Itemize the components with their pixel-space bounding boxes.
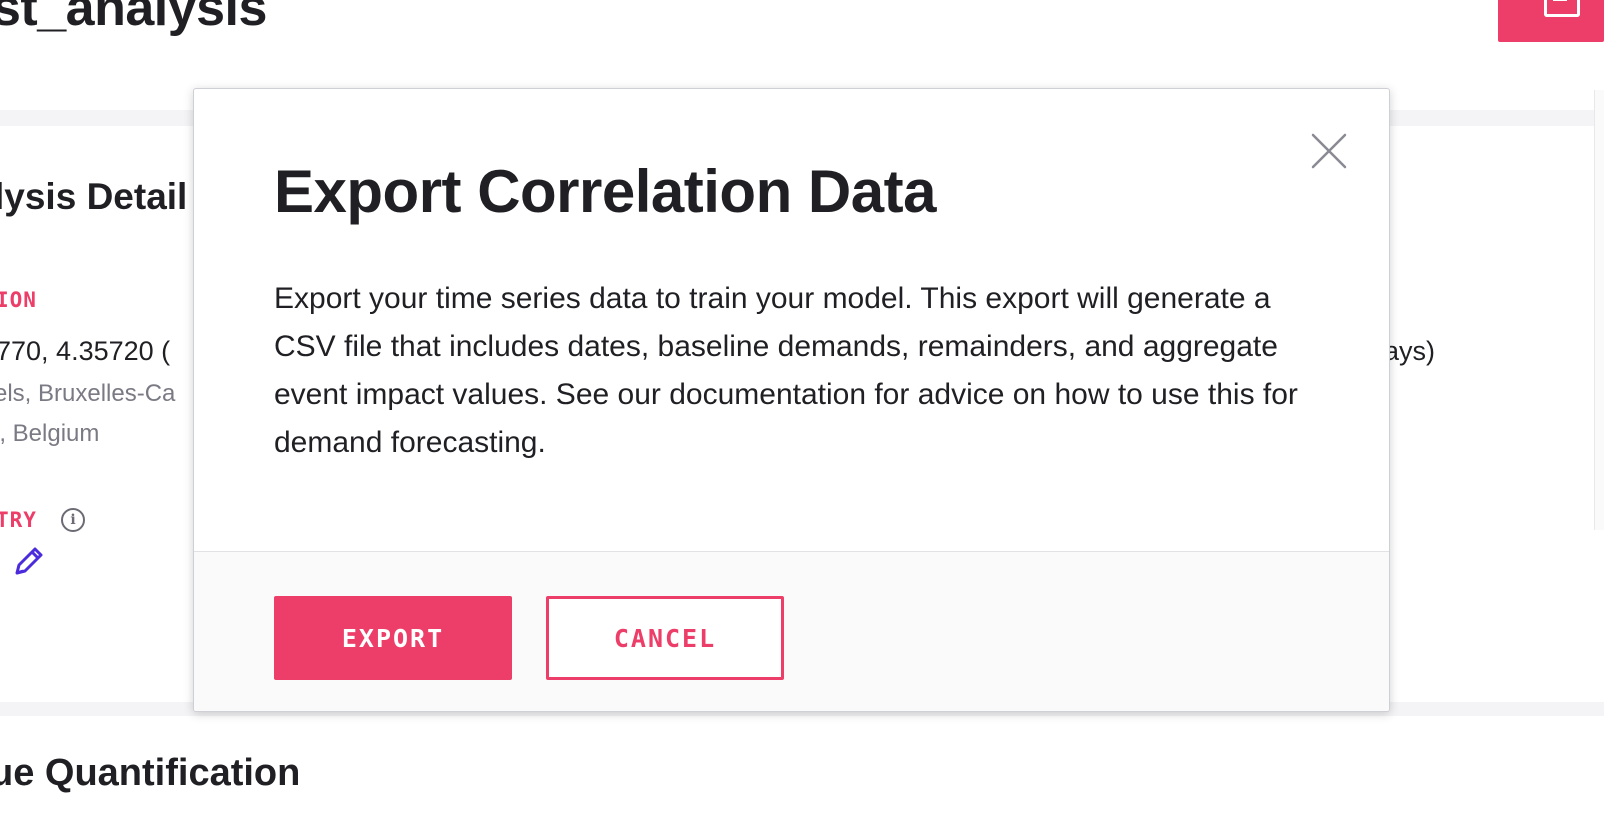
- close-icon: [1311, 133, 1347, 169]
- impact-quantification-title: ue Quantification: [0, 752, 301, 794]
- page-title: st_analysis: [0, 0, 267, 37]
- pencil-icon[interactable]: [12, 544, 46, 578]
- close-button[interactable]: [1309, 131, 1349, 171]
- location-coordinates: 770, 4.35720 (: [0, 336, 171, 366]
- download-icon: [1544, 0, 1580, 17]
- scrollbar[interactable]: [1594, 90, 1604, 530]
- location-label: ION: [0, 288, 37, 312]
- export-button[interactable]: EXPORT: [274, 596, 512, 680]
- modal-title: Export Correlation Data: [274, 158, 936, 225]
- cancel-button[interactable]: CANCEL: [546, 596, 784, 680]
- info-icon[interactable]: i: [61, 508, 85, 532]
- modal-description: Export your time series data to train yo…: [274, 282, 1298, 459]
- analysis-details-title: lysis Detail: [0, 176, 188, 217]
- industry-label: TRY: [0, 508, 37, 532]
- download-button[interactable]: [1498, 0, 1604, 42]
- location-address-line2: l, Belgium: [0, 420, 100, 447]
- location-address-line1: els, Bruxelles-Ca: [0, 380, 176, 407]
- modal-footer: EXPORT CANCEL: [194, 551, 1389, 711]
- export-correlation-modal: Export Correlation Data Export your time…: [193, 88, 1390, 712]
